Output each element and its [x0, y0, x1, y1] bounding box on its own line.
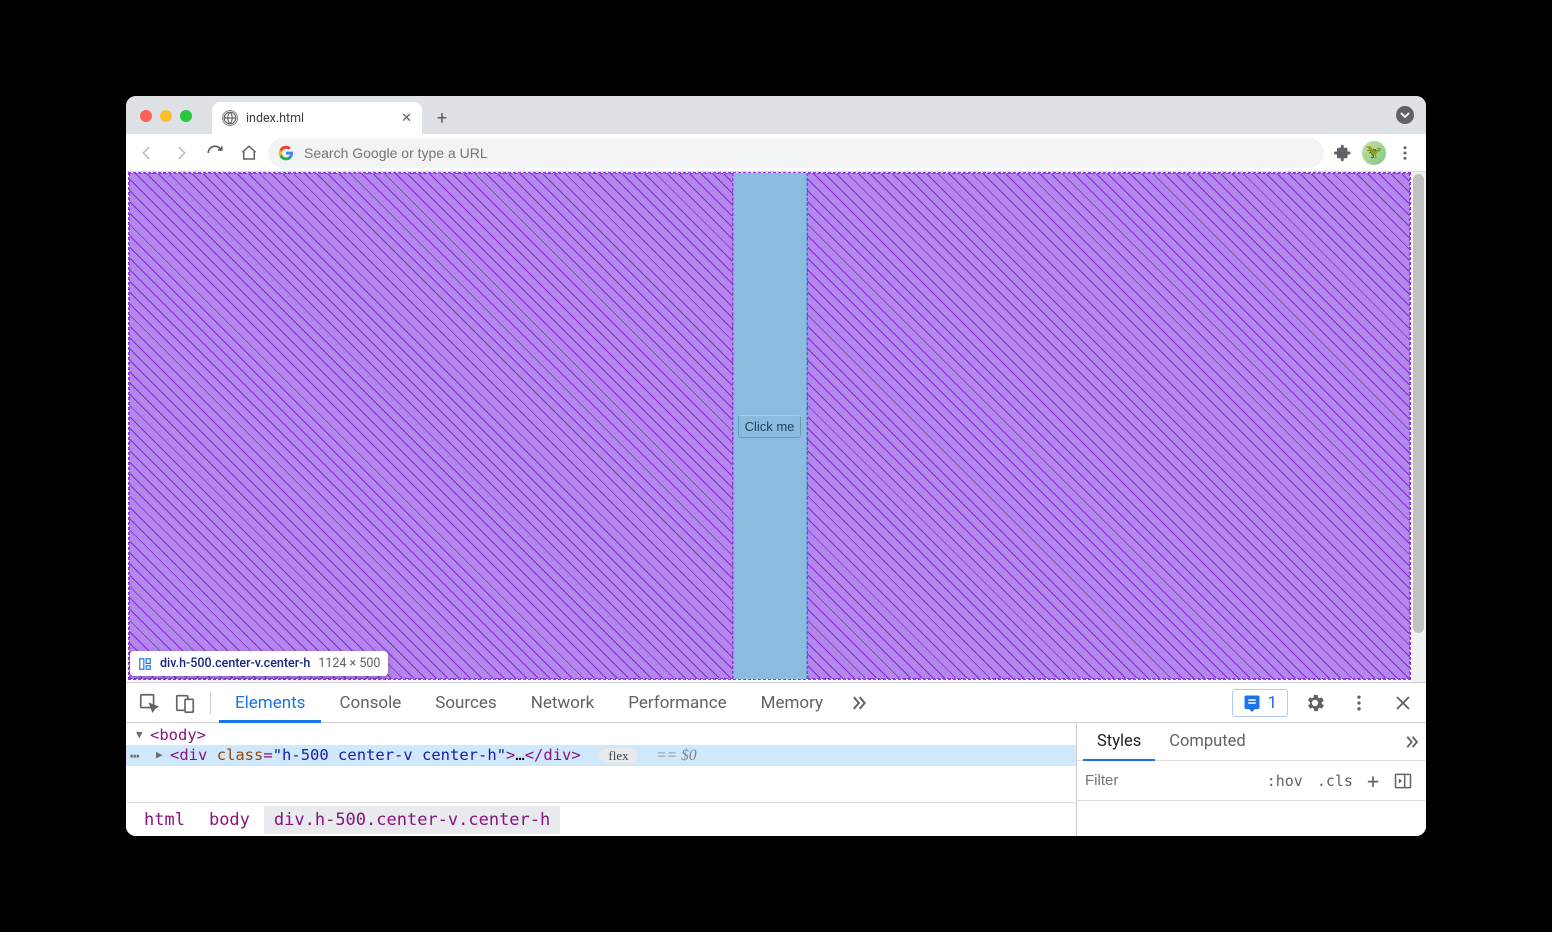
devtools-body: ▼ <body> ▶ <div class="h-500 center-v ce…	[126, 723, 1426, 836]
settings-icon[interactable]	[1298, 686, 1332, 720]
tab-search-icon[interactable]	[1396, 106, 1414, 124]
new-tab-button[interactable]: +	[428, 104, 456, 132]
tooltip-dimensions: 1124 × 500	[318, 656, 380, 671]
inspect-icon[interactable]	[132, 686, 166, 720]
new-rule-button[interactable]: +	[1362, 767, 1384, 795]
tab-styles[interactable]: Styles	[1083, 723, 1155, 760]
tab-computed[interactable]: Computed	[1155, 723, 1259, 760]
browser-window: index.html ✕ + 🦖	[126, 96, 1426, 836]
flex-item-highlight: Click me	[733, 173, 807, 679]
breadcrumb-html[interactable]: html	[134, 806, 195, 834]
vertical-scrollbar[interactable]	[1411, 172, 1426, 682]
click-me-button[interactable]: Click me	[738, 415, 802, 438]
tab-strip: index.html ✕ +	[126, 96, 1426, 134]
breadcrumb-body[interactable]: body	[199, 806, 260, 834]
omnibox-input[interactable]	[304, 145, 1314, 161]
close-devtools-icon[interactable]	[1386, 686, 1420, 720]
extensions-button[interactable]	[1328, 138, 1358, 168]
dom-breadcrumbs: html body div.h-500.center-v.center-h	[126, 802, 1076, 836]
maximize-window-button[interactable]	[180, 110, 192, 122]
flex-free-space-left	[129, 173, 733, 679]
issues-count: 1	[1267, 693, 1277, 713]
layout-icon	[138, 657, 152, 671]
kebab-menu-icon[interactable]	[1342, 686, 1376, 720]
flex-free-space-right	[807, 173, 1411, 679]
devtools-panel: Elements Console Sources Network Perform…	[126, 682, 1426, 836]
scrollbar-thumb[interactable]	[1413, 174, 1424, 633]
dom-node-div[interactable]: ▶ <div class="h-500 center-v center-h">……	[126, 745, 1076, 766]
reload-button[interactable]	[200, 138, 230, 168]
flex-container-overlay: Click me	[128, 172, 1411, 680]
home-button[interactable]	[234, 138, 264, 168]
back-button[interactable]	[132, 138, 162, 168]
element-tooltip: div.h-500.center-v.center-h 1124 × 500	[130, 651, 388, 676]
google-icon	[278, 145, 294, 161]
browser-toolbar: 🦖	[126, 134, 1426, 172]
close-tab-icon[interactable]: ✕	[401, 111, 412, 126]
styles-filter-input[interactable]	[1085, 772, 1258, 789]
forward-button[interactable]	[166, 138, 196, 168]
dom-node-body[interactable]: ▼ <body>	[126, 725, 1076, 745]
issues-badge[interactable]: 1	[1232, 689, 1288, 717]
more-tabs-icon[interactable]	[841, 686, 875, 720]
window-controls	[140, 110, 192, 122]
dom-tree[interactable]: ▼ <body> ▶ <div class="h-500 center-v ce…	[126, 723, 1076, 802]
close-window-button[interactable]	[140, 110, 152, 122]
flex-badge[interactable]: flex	[599, 748, 637, 763]
expand-arrow-icon[interactable]: ▶	[156, 748, 163, 761]
globe-icon	[222, 110, 238, 126]
dollar-zero: == $0	[656, 747, 696, 764]
page-content: Click me div.h-500.center-v.center-h 112…	[126, 172, 1411, 682]
tab-network[interactable]: Network	[515, 683, 611, 722]
device-toggle-icon[interactable]	[168, 686, 202, 720]
tab-performance[interactable]: Performance	[612, 683, 742, 722]
styles-tabs: Styles Computed	[1077, 723, 1426, 761]
hov-toggle[interactable]: :hov	[1262, 770, 1308, 792]
styles-toolbar: :hov .cls +	[1077, 761, 1426, 801]
page-viewport: Click me div.h-500.center-v.center-h 112…	[126, 172, 1426, 682]
tooltip-selector: div.h-500.center-v.center-h	[160, 656, 310, 671]
browser-tab[interactable]: index.html ✕	[212, 102, 422, 134]
styles-panel: Styles Computed :hov .cls +	[1076, 723, 1426, 836]
more-styles-tabs-icon[interactable]	[1402, 733, 1420, 751]
tab-console[interactable]: Console	[323, 683, 417, 722]
breadcrumb-div[interactable]: div.h-500.center-v.center-h	[264, 806, 560, 834]
elements-panel: ▼ <body> ▶ <div class="h-500 center-v ce…	[126, 723, 1076, 836]
cls-toggle[interactable]: .cls	[1312, 770, 1358, 792]
profile-avatar[interactable]: 🦖	[1362, 141, 1386, 165]
expand-arrow-icon[interactable]: ▼	[136, 728, 143, 741]
devtools-tabbar: Elements Console Sources Network Perform…	[126, 683, 1426, 723]
chrome-menu-button[interactable]	[1390, 138, 1420, 168]
tab-sources[interactable]: Sources	[419, 683, 512, 722]
toggle-sidebar-icon[interactable]	[1388, 769, 1418, 793]
tab-memory[interactable]: Memory	[745, 683, 839, 722]
tab-title: index.html	[246, 111, 304, 126]
tab-elements[interactable]: Elements	[219, 683, 321, 722]
address-bar[interactable]	[268, 138, 1324, 168]
minimize-window-button[interactable]	[160, 110, 172, 122]
